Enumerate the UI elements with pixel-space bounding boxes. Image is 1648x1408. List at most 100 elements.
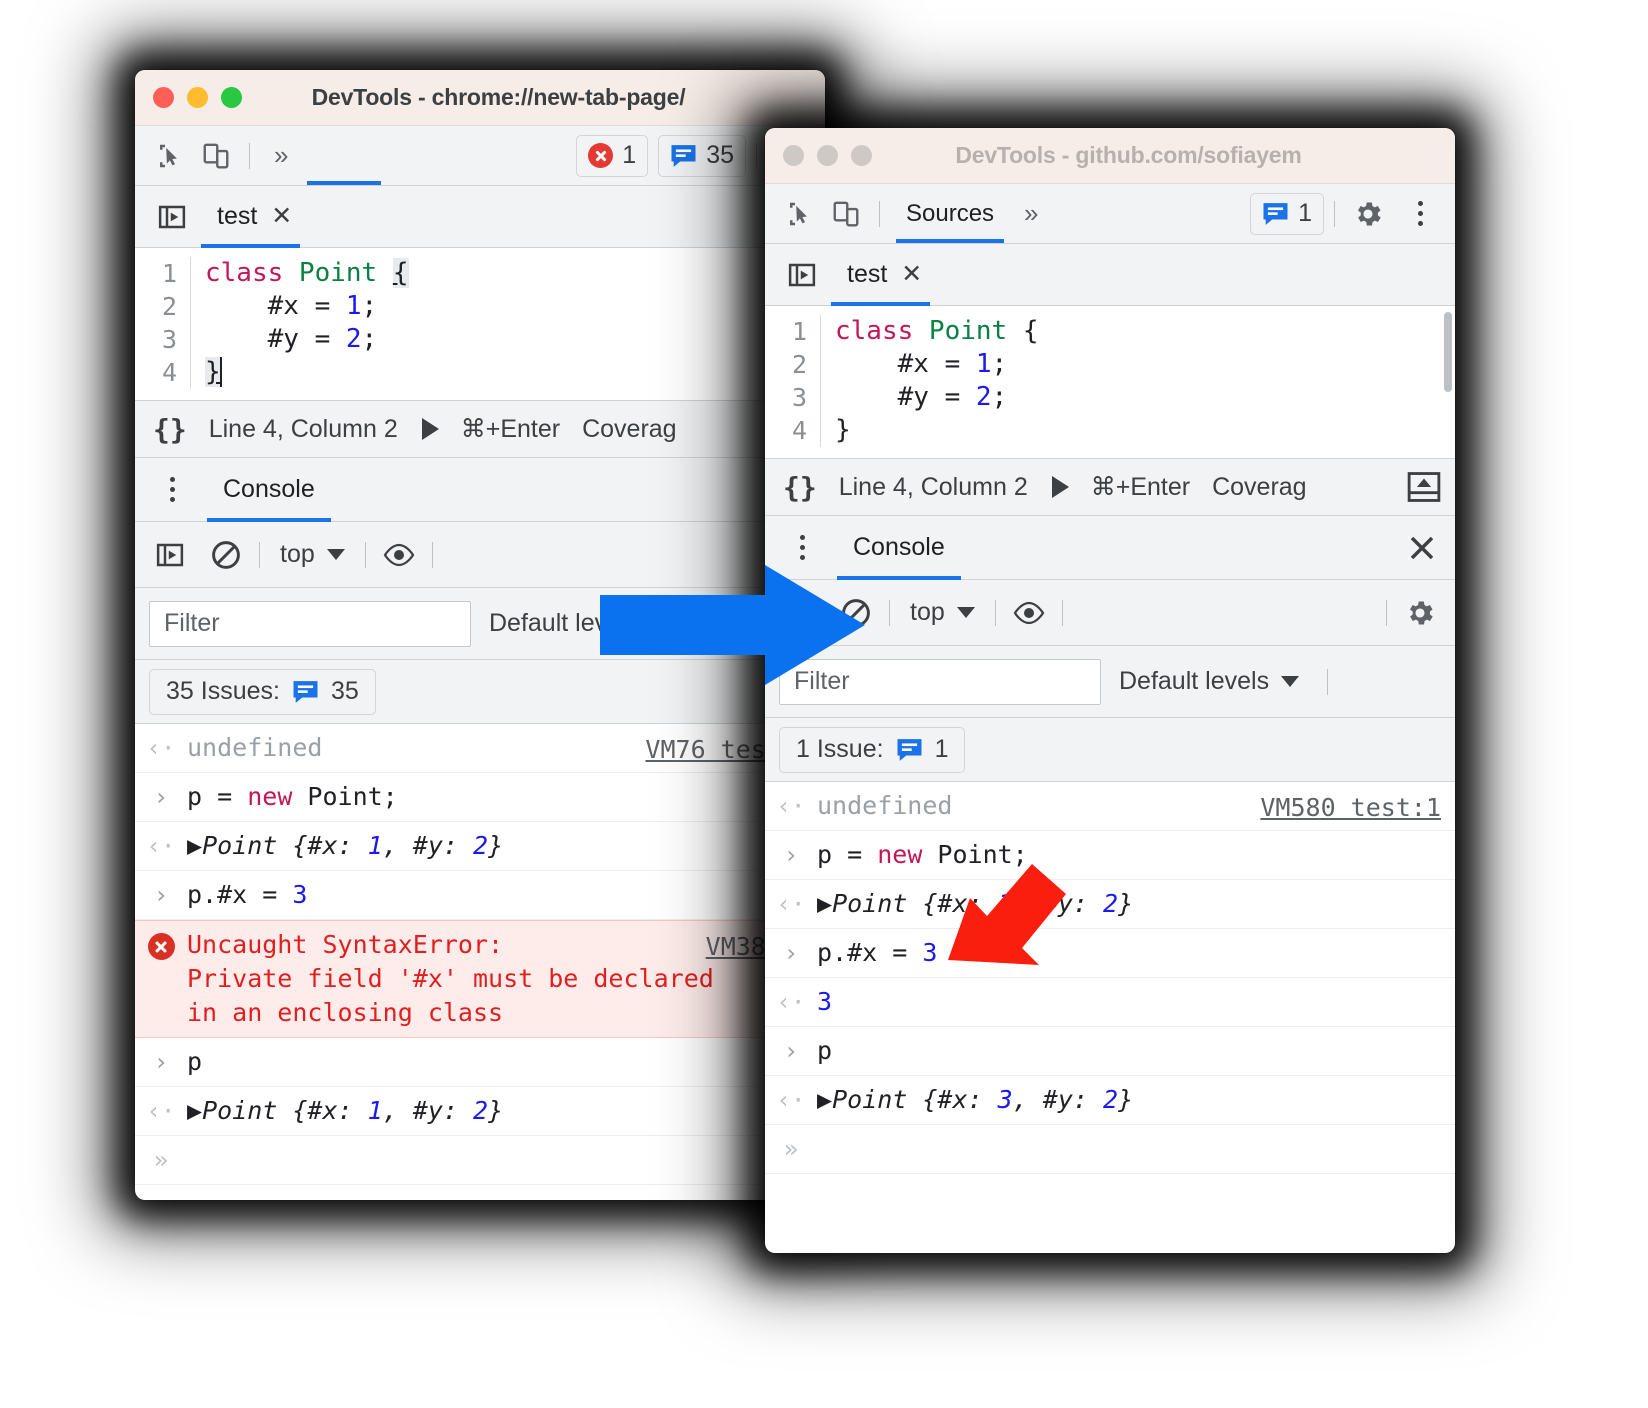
message-token: 3 [817, 987, 833, 1016]
console-output-message[interactable]: ‹·▶Point {#x: 1, #y: 2} [135, 1087, 825, 1136]
left-traffic-lights[interactable] [153, 87, 242, 108]
message-token: 3 [922, 938, 938, 967]
left-editor-statusbar: {} Line 4, Column 2 ⌘+Enter Coverag [135, 400, 825, 458]
console-input-message[interactable]: › p [135, 1038, 825, 1087]
console-output-message[interactable]: ‹· ▶Point {#x: 3, #y: 2} [765, 1076, 1455, 1125]
right-code-lines: 1 class Point {2 #x = 1; 3 #y = 2; 4} [765, 315, 1455, 447]
field-value: 2 [473, 831, 489, 860]
coverage-label[interactable]: Coverag [582, 415, 677, 444]
clear-console-icon[interactable] [203, 532, 249, 578]
context-label: top [280, 540, 315, 568]
tab-console[interactable]: Console [207, 458, 331, 522]
play-icon[interactable] [1051, 476, 1069, 498]
console-prompt[interactable]: » [765, 1125, 1455, 1174]
code-token: { [392, 258, 409, 288]
console-input-message[interactable]: › p = new Point; [765, 831, 1455, 880]
inspect-element-icon[interactable] [147, 133, 193, 179]
maximize-window-button[interactable] [851, 145, 872, 166]
code-token: class [205, 258, 299, 288]
close-tab-icon[interactable]: ✕ [271, 204, 292, 229]
pretty-print-icon[interactable]: {} [783, 471, 817, 504]
right-console-messages[interactable]: ‹· undefined VM580 test:1 › p = new Point; ‹·… [765, 782, 1455, 1174]
editor-vertical-scrollbar[interactable] [1443, 306, 1455, 458]
console-output-message[interactable]: ‹· 3 [765, 978, 1455, 1027]
device-toolbar-icon[interactable] [193, 133, 239, 179]
issues-count-button[interactable]: 35 [658, 134, 746, 177]
pretty-print-icon[interactable]: {} [153, 413, 187, 446]
left-code-editor[interactable]: 1 class Point {2 #x = 1; 3 #y = 2; 4} [135, 248, 825, 400]
close-tab-icon[interactable]: ✕ [901, 262, 922, 287]
console-output-message[interactable]: ‹· undefined VM76 test:1 [135, 724, 825, 773]
field-value: 3 [997, 1085, 1013, 1114]
expand-object-icon[interactable]: ▶ [187, 1096, 202, 1125]
run-shortcut-label: ⌘+Enter [1090, 473, 1191, 501]
live-expression-icon[interactable] [1006, 590, 1052, 636]
message-token: p [817, 1036, 833, 1065]
coverage-label[interactable]: Coverag [1212, 473, 1307, 502]
console-input-message[interactable]: › p = new Point; [135, 773, 825, 822]
code-token: 1 [975, 349, 992, 379]
file-tab-test[interactable]: test ✕ [195, 186, 306, 248]
device-toolbar-icon[interactable] [823, 191, 869, 237]
issue-icon [671, 144, 696, 167]
cursor-position-label: Line 4, Column 2 [208, 414, 398, 443]
inspect-element-icon[interactable] [777, 191, 823, 237]
console-input-message[interactable]: › p.#x = 3 [135, 871, 825, 920]
console-message-text: p = new Point; [187, 780, 825, 814]
issues-count-button[interactable]: 1 [1250, 192, 1324, 235]
execution-context-selector[interactable]: top [900, 598, 985, 627]
gear-icon[interactable] [1397, 590, 1443, 636]
execution-context-selector[interactable]: top [270, 540, 355, 569]
right-code-editor[interactable]: 1 class Point {2 #x = 1; 3 #y = 2; 4} [765, 306, 1455, 458]
error-badge-icon [135, 928, 187, 969]
tab-sources[interactable]: Sources [890, 185, 1010, 243]
console-sidebar-icon[interactable] [147, 532, 193, 578]
levels-label: Default levels [1119, 667, 1270, 695]
show-drawer-icon[interactable] [1401, 464, 1447, 510]
live-expression-icon[interactable] [376, 532, 422, 578]
file-tab-test[interactable]: test ✕ [825, 244, 936, 306]
issues-bar-button[interactable]: 1 Issue: 1 [779, 726, 966, 773]
minimize-window-button[interactable] [817, 145, 838, 166]
line-number: 4 [135, 356, 191, 389]
console-input-message[interactable]: › p.#x = 3 [765, 929, 1455, 978]
console-error-message[interactable]: Uncaught SyntaxError: Private field '#x' … [135, 920, 825, 1038]
console-output-message[interactable]: ‹·▶Point {#x: 1, #y: 2} [135, 822, 825, 871]
console-prompt[interactable]: » [135, 1136, 825, 1185]
maximize-window-button[interactable] [221, 87, 242, 108]
message-source-link[interactable]: VM580 test:1 [1260, 791, 1441, 825]
left-counters: 1 35 [576, 134, 746, 177]
console-input-message[interactable]: › p [765, 1027, 1455, 1076]
more-options-icon[interactable] [779, 535, 825, 560]
more-options-icon[interactable] [1397, 201, 1443, 226]
minimize-window-button[interactable] [187, 87, 208, 108]
play-icon[interactable] [421, 418, 439, 440]
expand-object-icon[interactable]: ▶ [817, 889, 832, 918]
error-count-button[interactable]: 1 [576, 134, 649, 177]
close-drawer-icon[interactable] [1399, 525, 1445, 571]
gear-icon[interactable] [1345, 191, 1391, 237]
expand-object-icon[interactable]: ▶ [817, 1085, 832, 1114]
console-output-message[interactable]: ‹·▶Point {#x: 1, #y: 2} [765, 880, 1455, 929]
run-shortcut-label: ⌘+Enter [460, 415, 561, 443]
line-number: 4 [765, 414, 821, 447]
more-panels-chevron[interactable]: » [260, 133, 302, 179]
code-token: ; [991, 382, 1008, 412]
console-divider-3 [431, 541, 433, 568]
expand-object-icon[interactable]: ▶ [187, 831, 202, 860]
more-options-icon[interactable] [149, 477, 195, 502]
more-panels-chevron[interactable]: » [1010, 191, 1052, 237]
code-token: #y = [205, 324, 346, 354]
right-traffic-lights[interactable] [783, 145, 872, 166]
devtools-window-right[interactable]: DevTools - github.com/sofiayem Sources » [765, 128, 1455, 1253]
left-console-messages[interactable]: ‹· undefined VM76 test:1 › p = new Point; ‹· ▶… [135, 724, 825, 1185]
close-window-button[interactable] [153, 87, 174, 108]
navigator-toggle-icon[interactable] [779, 252, 825, 298]
log-levels-selector[interactable]: Default levels [1119, 667, 1300, 696]
filter-input[interactable]: Filter [149, 600, 471, 647]
console-output-message[interactable]: ‹· undefined VM580 test:1 [765, 782, 1455, 831]
code-token: Point [928, 316, 1008, 346]
close-window-button[interactable] [783, 145, 804, 166]
navigator-toggle-icon[interactable] [149, 194, 195, 240]
issues-bar-button[interactable]: 35 Issues: 35 [149, 668, 376, 715]
